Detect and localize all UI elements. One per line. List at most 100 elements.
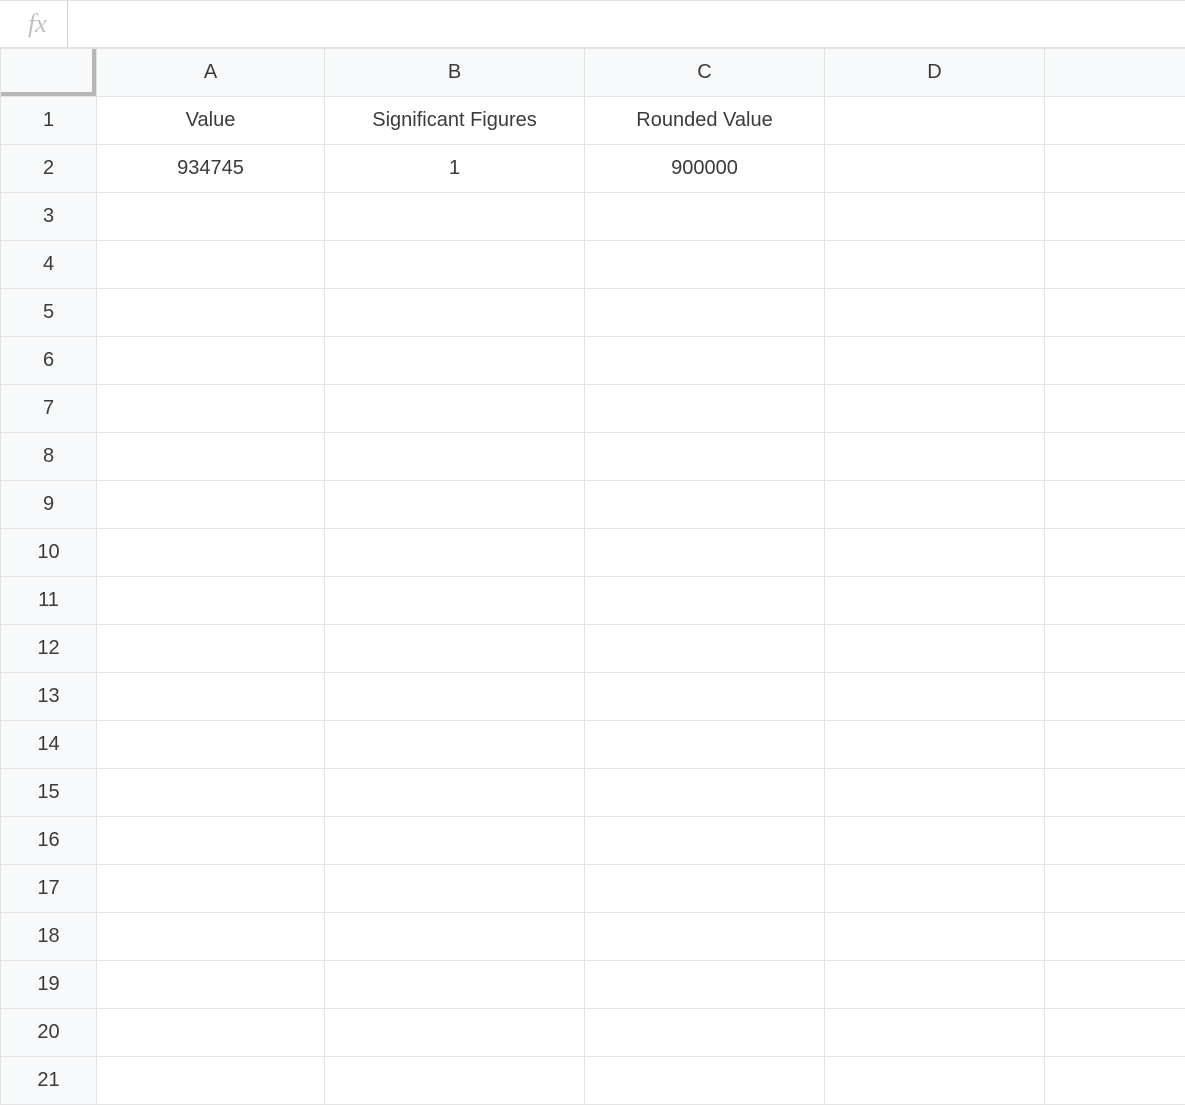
cell[interactable]	[97, 529, 325, 577]
row-header-2[interactable]: 2	[1, 145, 97, 193]
row-header-9[interactable]: 9	[1, 481, 97, 529]
row-header-13[interactable]: 13	[1, 673, 97, 721]
cell[interactable]	[1045, 529, 1185, 577]
cell[interactable]	[1045, 97, 1185, 145]
cell[interactable]	[97, 433, 325, 481]
cell[interactable]	[825, 625, 1045, 673]
select-all-corner[interactable]	[1, 49, 97, 97]
cell[interactable]	[585, 721, 825, 769]
cell[interactable]	[325, 961, 585, 1009]
cell[interactable]	[1045, 625, 1185, 673]
cell[interactable]	[325, 337, 585, 385]
row-header-21[interactable]: 21	[1, 1057, 97, 1105]
cell[interactable]	[585, 385, 825, 433]
cell[interactable]	[585, 769, 825, 817]
row-header-1[interactable]: 1	[1, 97, 97, 145]
cell[interactable]	[1045, 673, 1185, 721]
cell[interactable]	[585, 865, 825, 913]
cell[interactable]	[325, 433, 585, 481]
cell[interactable]	[97, 769, 325, 817]
cell[interactable]	[1045, 577, 1185, 625]
cell[interactable]	[825, 721, 1045, 769]
cell[interactable]	[97, 385, 325, 433]
cell[interactable]	[325, 769, 585, 817]
cell[interactable]	[1045, 1009, 1185, 1057]
cell[interactable]	[97, 1057, 325, 1105]
cell[interactable]	[825, 97, 1045, 145]
column-header-C[interactable]: C	[585, 49, 825, 97]
cell[interactable]	[1045, 769, 1185, 817]
row-header-10[interactable]: 10	[1, 529, 97, 577]
cell[interactable]	[97, 337, 325, 385]
cell[interactable]	[585, 817, 825, 865]
row-header-18[interactable]: 18	[1, 913, 97, 961]
cell[interactable]	[325, 913, 585, 961]
row-header-16[interactable]: 16	[1, 817, 97, 865]
cell[interactable]	[825, 673, 1045, 721]
cell[interactable]	[97, 673, 325, 721]
cell[interactable]	[585, 337, 825, 385]
cell[interactable]: Significant Figures	[325, 97, 585, 145]
cell[interactable]	[325, 1009, 585, 1057]
row-header-12[interactable]: 12	[1, 625, 97, 673]
cell[interactable]	[825, 961, 1045, 1009]
formula-input[interactable]	[67, 1, 1185, 47]
cell[interactable]	[1045, 433, 1185, 481]
cell[interactable]	[585, 529, 825, 577]
row-header-20[interactable]: 20	[1, 1009, 97, 1057]
cell[interactable]	[585, 481, 825, 529]
cell[interactable]	[325, 865, 585, 913]
cell[interactable]	[1045, 1057, 1185, 1105]
cell[interactable]	[97, 817, 325, 865]
cell[interactable]	[825, 865, 1045, 913]
row-header-15[interactable]: 15	[1, 769, 97, 817]
cell[interactable]	[1045, 817, 1185, 865]
row-header-5[interactable]: 5	[1, 289, 97, 337]
cell[interactable]	[585, 577, 825, 625]
cell[interactable]	[585, 673, 825, 721]
cell[interactable]	[97, 241, 325, 289]
cell[interactable]	[1045, 193, 1185, 241]
cell[interactable]: 934745	[97, 145, 325, 193]
spreadsheet-grid[interactable]: A B C D 1ValueSignificant FiguresRounded…	[0, 48, 1185, 1105]
cell[interactable]	[825, 289, 1045, 337]
cell[interactable]	[97, 865, 325, 913]
cell[interactable]	[325, 673, 585, 721]
cell[interactable]	[585, 193, 825, 241]
cell[interactable]	[825, 529, 1045, 577]
cell[interactable]	[97, 913, 325, 961]
cell[interactable]	[585, 913, 825, 961]
row-header-6[interactable]: 6	[1, 337, 97, 385]
cell[interactable]	[825, 1057, 1045, 1105]
cell[interactable]	[325, 385, 585, 433]
cell[interactable]	[97, 481, 325, 529]
cell[interactable]	[585, 289, 825, 337]
cell[interactable]	[97, 721, 325, 769]
cell[interactable]	[325, 1057, 585, 1105]
cell[interactable]	[1045, 241, 1185, 289]
cell[interactable]	[1045, 289, 1185, 337]
cell[interactable]	[585, 241, 825, 289]
cell[interactable]	[97, 625, 325, 673]
column-header-E[interactable]	[1045, 49, 1185, 97]
cell[interactable]	[97, 577, 325, 625]
cell[interactable]	[825, 433, 1045, 481]
cell[interactable]	[825, 1009, 1045, 1057]
cell[interactable]	[825, 481, 1045, 529]
column-header-D[interactable]: D	[825, 49, 1045, 97]
cell[interactable]	[1045, 481, 1185, 529]
cell[interactable]	[825, 241, 1045, 289]
row-header-7[interactable]: 7	[1, 385, 97, 433]
row-header-14[interactable]: 14	[1, 721, 97, 769]
cell[interactable]: Rounded Value	[585, 97, 825, 145]
cell[interactable]	[825, 913, 1045, 961]
cell[interactable]	[97, 1009, 325, 1057]
cell[interactable]	[325, 577, 585, 625]
column-header-A[interactable]: A	[97, 49, 325, 97]
cell[interactable]	[585, 961, 825, 1009]
cell[interactable]	[325, 289, 585, 337]
cell[interactable]	[1045, 145, 1185, 193]
cell[interactable]	[325, 721, 585, 769]
cell[interactable]	[825, 337, 1045, 385]
cell[interactable]	[825, 193, 1045, 241]
